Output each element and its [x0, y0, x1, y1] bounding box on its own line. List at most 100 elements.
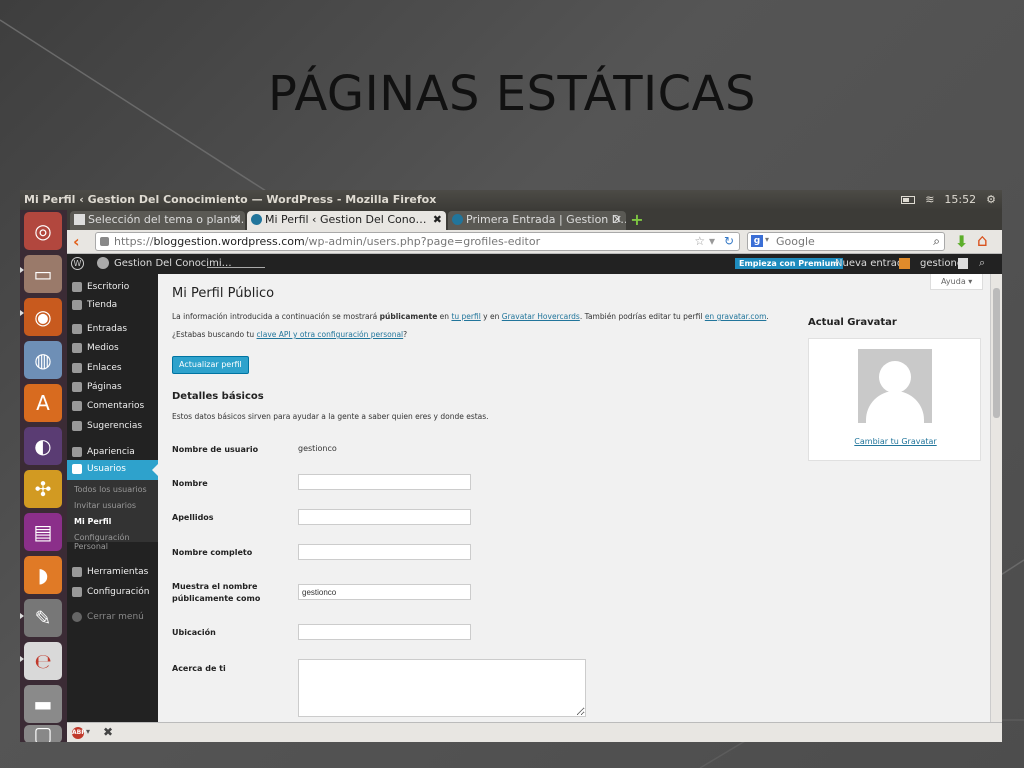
display-name-select[interactable]	[298, 584, 471, 600]
battery-icon[interactable]	[901, 195, 916, 204]
intro-emphasis: públicamente	[379, 312, 438, 321]
software-center-icon[interactable]: A	[24, 384, 62, 422]
reload-icon[interactable]: ↻	[724, 234, 734, 248]
gravatar-site-link[interactable]: en gravatar.com	[705, 312, 767, 321]
close-icon[interactable]: ✖	[433, 213, 442, 226]
files-icon[interactable]: ▭	[24, 255, 62, 293]
menu-item-entradas[interactable]: Entradas	[67, 320, 158, 339]
feedback-icon	[72, 421, 82, 431]
wordpress-icon	[452, 214, 463, 225]
wifi-icon[interactable]: ≋	[925, 193, 934, 206]
avatar[interactable]	[958, 258, 968, 269]
download-arrow-icon[interactable]: ⬇	[955, 232, 968, 251]
window-app-icon[interactable]: ▤	[24, 513, 62, 551]
eclipse-icon[interactable]: ◐	[24, 427, 62, 465]
text-editor-icon[interactable]: ✎	[24, 599, 62, 637]
home-icon[interactable]: ⌂	[977, 231, 988, 251]
chromium-icon[interactable]: ◍	[24, 341, 62, 379]
close-icon[interactable]: ✕	[613, 213, 622, 226]
help-tab[interactable]: Ayuda ▾	[930, 274, 984, 290]
wp-admin-menu: Escritorio Tienda Entradas Medios Enlace…	[67, 274, 158, 722]
wordpress-logo-icon[interactable]: W	[71, 257, 84, 270]
trash-icon[interactable]: ▢	[24, 722, 62, 742]
url-scheme: https://	[114, 235, 154, 248]
search-box[interactable]: g ▾ Google ⌕	[747, 232, 945, 251]
workspace-switcher-icon[interactable]: ✣	[24, 470, 62, 508]
menu-item-comentarios[interactable]: Comentarios	[67, 397, 158, 416]
last-name-label: Apellidos	[172, 513, 214, 522]
gear-icon[interactable]: ⚙	[986, 193, 996, 206]
clock[interactable]: 15:52	[944, 193, 976, 206]
menu-label: Medios	[87, 343, 119, 353]
profile-link[interactable]: tu perfil	[451, 312, 480, 321]
menu-label: Entradas	[87, 324, 128, 334]
menu-item-configuracion[interactable]: Configuración	[67, 583, 158, 602]
media-icon	[72, 343, 82, 353]
submenu-mi-perfil[interactable]: Mi Perfil	[67, 517, 158, 526]
menu-item-usuarios[interactable]: Usuarios	[67, 460, 158, 480]
menu-item-tienda[interactable]: Tienda	[67, 296, 158, 315]
menu-item-herramientas[interactable]: Herramientas	[67, 563, 158, 582]
submenu-todos-usuarios[interactable]: Todos los usuarios	[67, 485, 158, 494]
new-tab-plus-icon[interactable]: +	[630, 212, 644, 228]
tab-theme-selection[interactable]: Selección del tema o plantil… ✕	[70, 211, 245, 230]
settings-icon	[72, 587, 82, 597]
about-textarea[interactable]	[298, 659, 586, 717]
premium-button[interactable]: Empieza con Premium	[735, 258, 843, 269]
location-label: Ubicación	[172, 628, 216, 637]
url-bar[interactable]: https://bloggestion.wordpress.com/wp-adm…	[95, 232, 740, 251]
first-name-field[interactable]	[298, 474, 471, 490]
full-name-field[interactable]	[298, 544, 471, 560]
profile-page: Ayuda ▾ Mi Perfil Público La información…	[158, 274, 990, 722]
intro-part: . También podrías editar tu perfil	[579, 312, 705, 321]
last-name-field[interactable]	[298, 509, 471, 525]
tab-mi-perfil[interactable]: Mi Perfil ‹ Gestion Del Cono… ✖	[247, 211, 446, 230]
comment-icon	[72, 401, 82, 411]
brush-icon	[72, 447, 82, 457]
gravatar-box: Cambiar tu Gravatar	[808, 338, 981, 461]
submenu-configuracion-personal[interactable]: Configuración Personal	[67, 533, 137, 551]
collapse-menu-button[interactable]: Cerrar menú	[67, 608, 158, 627]
menu-item-sugerencias[interactable]: Sugerencias	[67, 417, 158, 436]
search-placeholder: Google	[776, 235, 815, 248]
close-icon[interactable]: ✕	[232, 213, 241, 226]
change-gravatar-link[interactable]: Cambiar tu Gravatar	[809, 437, 982, 446]
menu-item-paginas[interactable]: Páginas	[67, 378, 158, 397]
back-arrow-icon[interactable]: ‹	[73, 232, 80, 251]
dashboard-icon	[72, 282, 82, 292]
divider	[207, 267, 265, 268]
close-icon[interactable]: ✖	[103, 725, 113, 739]
submenu-invitar-usuarios[interactable]: Invitar usuarios	[67, 501, 158, 510]
firefox-icon[interactable]: ◉	[24, 298, 62, 336]
search-icon[interactable]: ⌕	[979, 256, 985, 270]
google-icon: g	[751, 235, 763, 247]
gravatar-avatar-icon	[858, 349, 932, 423]
globe-icon[interactable]	[97, 257, 109, 269]
api-key-link[interactable]: clave API y otra configuración personal	[257, 330, 404, 339]
gravatar-title: Actual Gravatar	[808, 317, 897, 328]
ubuntu-dash-icon[interactable]: ◎	[24, 212, 62, 250]
bookmark-star-icon[interactable]: ☆ ▾	[694, 234, 715, 248]
adblock-icon[interactable]: ABP	[72, 727, 86, 739]
update-profile-button[interactable]: Actualizar perfil	[172, 356, 249, 374]
search-icon[interactable]: ⌕	[933, 234, 940, 249]
orange-app-icon[interactable]: ◗	[24, 556, 62, 594]
notifications-icon[interactable]	[899, 258, 910, 269]
collapse-icon	[72, 612, 82, 622]
navigation-bar: ‹ https://bloggestion.wordpress.com/wp-a…	[67, 230, 1002, 254]
disk-drive-icon[interactable]: ▬	[24, 685, 62, 723]
pdf-viewer-icon[interactable]: ℮	[24, 642, 62, 680]
vertical-scrollbar[interactable]	[990, 274, 1002, 722]
search-engine-dropdown-icon[interactable]: ▾	[765, 235, 769, 244]
menu-item-escritorio[interactable]: Escritorio	[67, 278, 158, 297]
lock-icon	[100, 237, 109, 246]
location-field[interactable]	[298, 624, 471, 640]
scrollbar-thumb[interactable]	[993, 288, 1000, 418]
avatar-head	[879, 361, 911, 393]
wp-admin-bar: W Gestion Del Conocimi… Empieza con Prem…	[67, 254, 1002, 274]
menu-item-enlaces[interactable]: Enlaces	[67, 359, 158, 378]
chevron-down-icon[interactable]: ▾	[86, 727, 90, 736]
menu-item-medios[interactable]: Medios	[67, 339, 158, 358]
hovercards-link[interactable]: Gravatar Hovercards	[502, 312, 580, 321]
tab-primera-entrada[interactable]: Primera Entrada | Gestion D… ✕	[448, 211, 626, 230]
